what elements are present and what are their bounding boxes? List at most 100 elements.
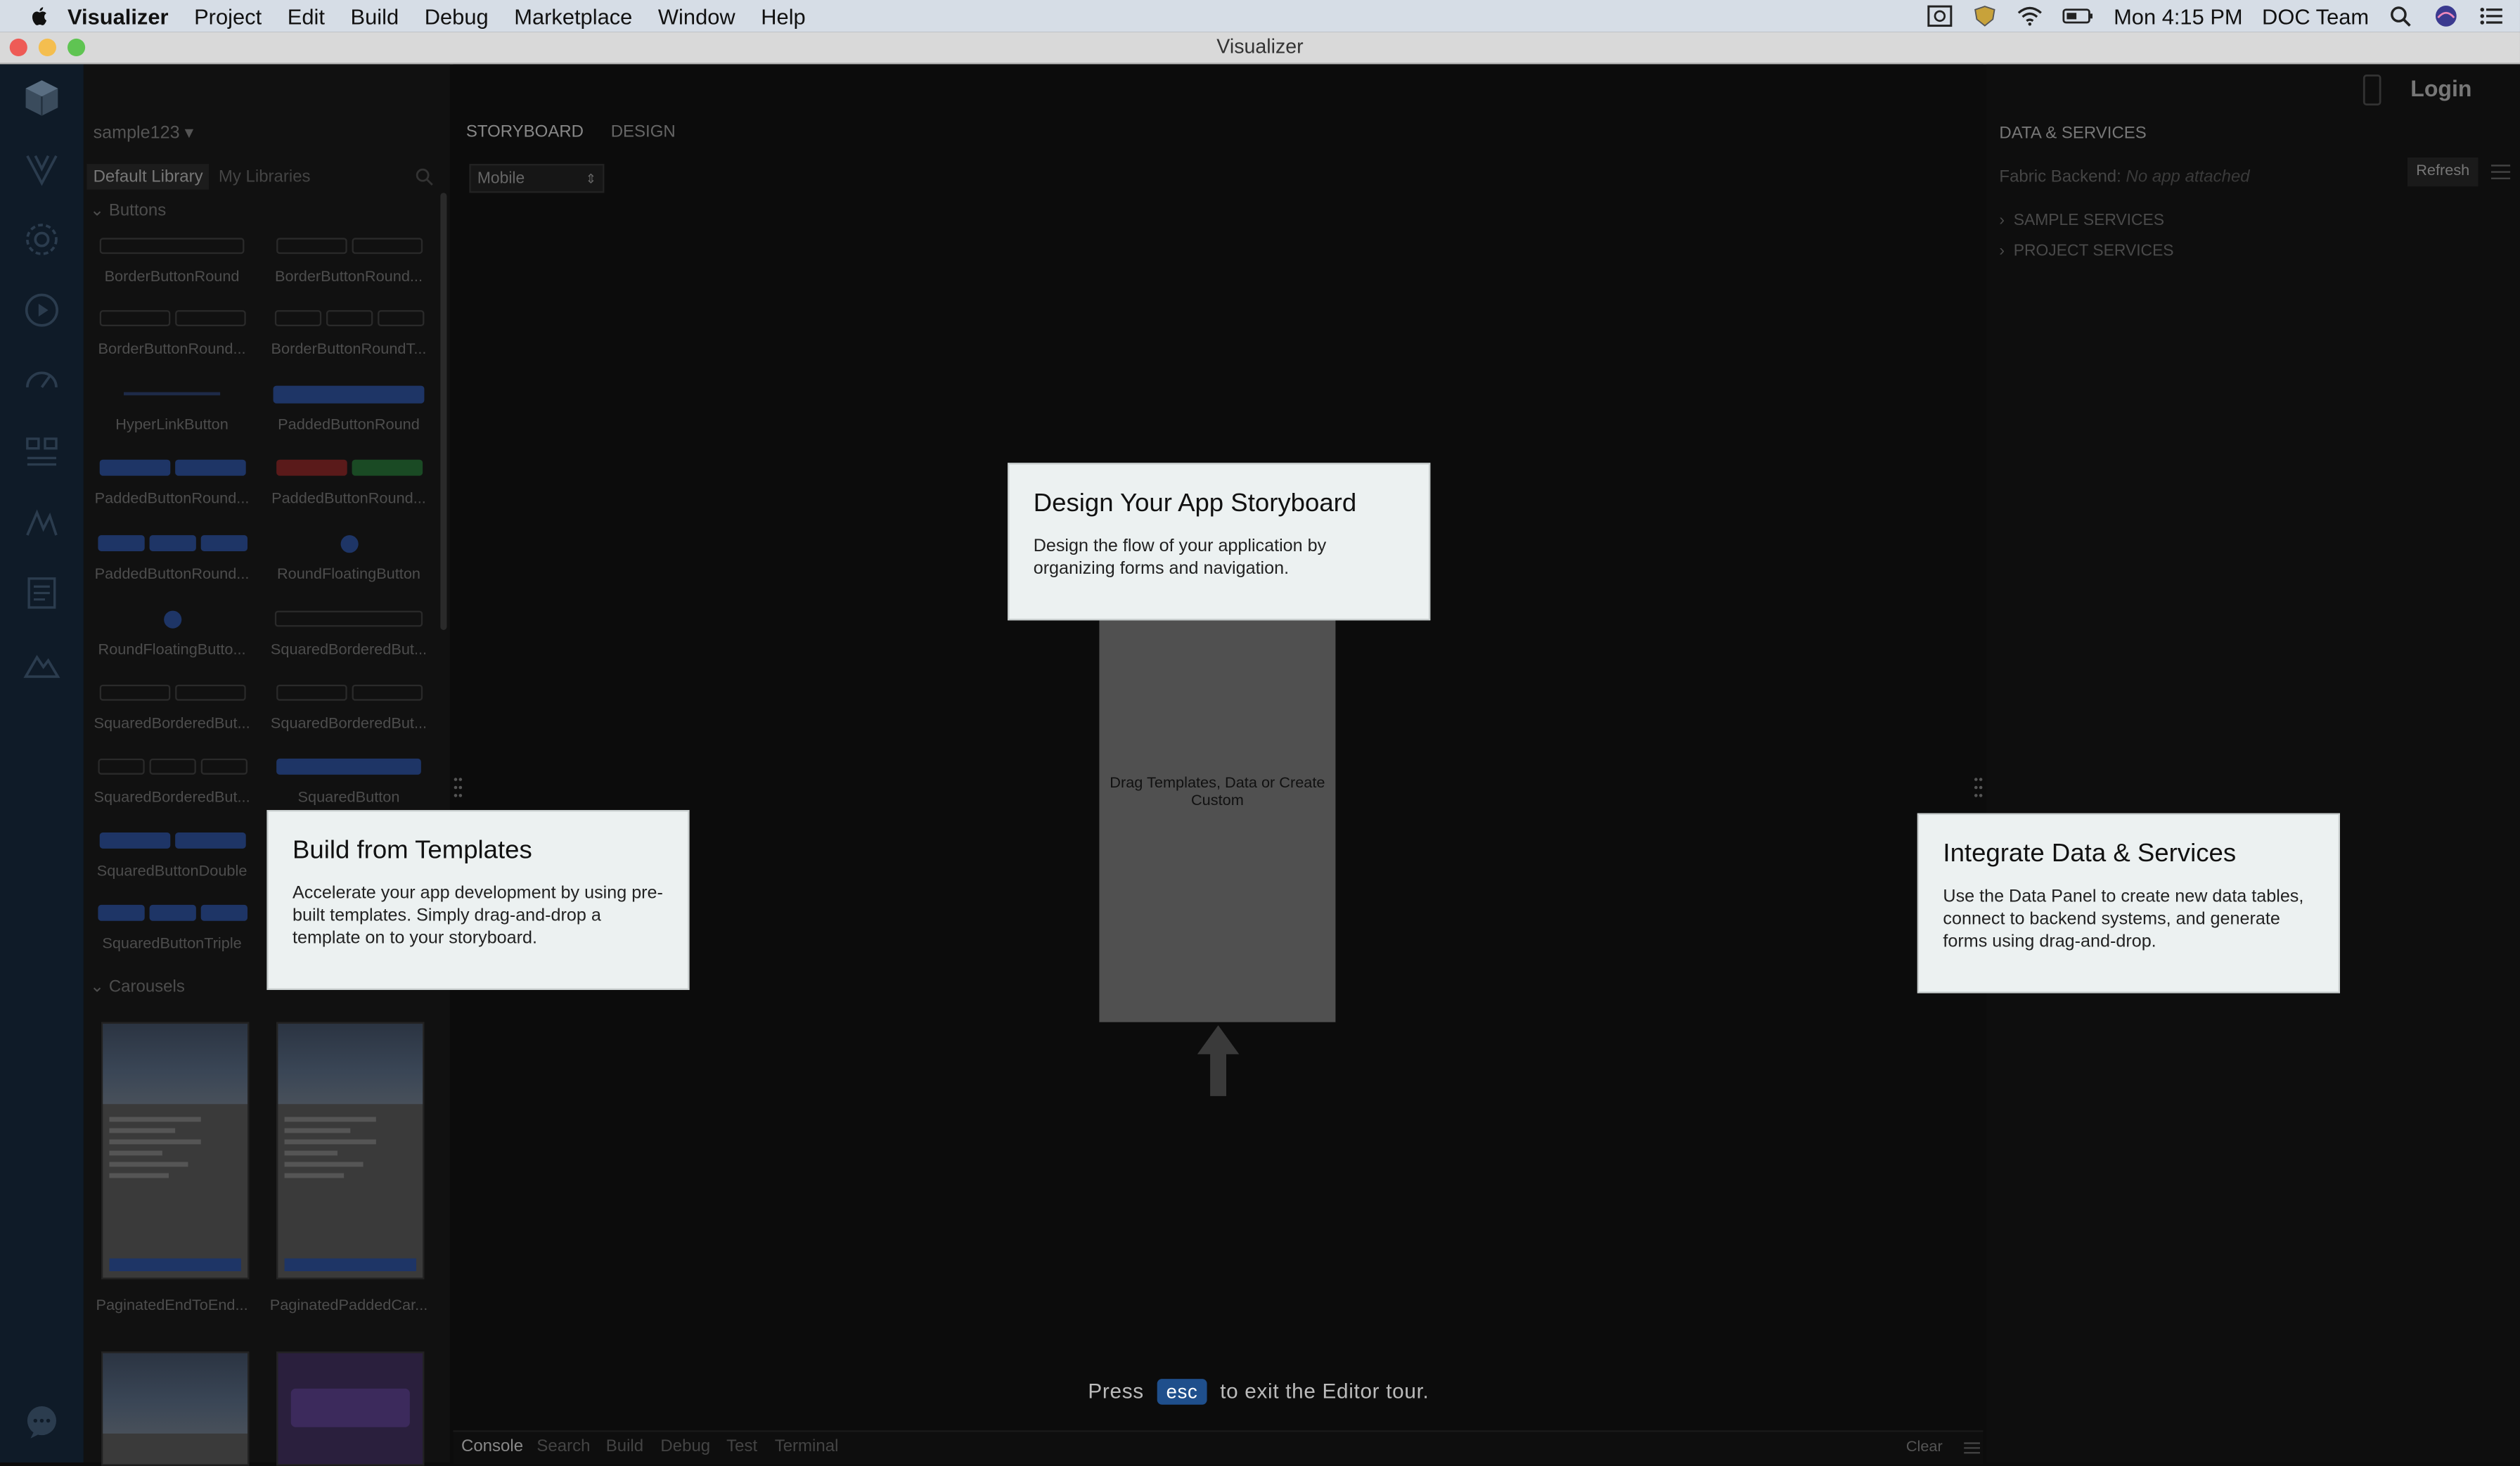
mountain-marketplace-icon[interactable]: [22, 645, 61, 683]
tab-design[interactable]: DESIGN: [611, 122, 676, 141]
tour-card-data: Integrate Data & Services Use the Data P…: [1917, 813, 2340, 994]
project-services-item[interactable]: › PROJECT SERVICES: [1999, 243, 2173, 260]
carousel-template-thumb[interactable]: [276, 1351, 425, 1466]
storyboard-canvas[interactable]: STORYBOARD DESIGN Mobile ⇕ Drag Templates…: [453, 64, 1984, 1465]
play-preview-icon[interactable]: [22, 291, 61, 330]
tour-card-storyboard: Design Your App Storyboard Design the fl…: [1008, 463, 1431, 621]
menu-window[interactable]: Window: [658, 4, 735, 28]
tab-default-library[interactable]: Default Library: [86, 164, 210, 190]
widget-item[interactable]: SquaredBorderedBut...: [260, 604, 437, 659]
notification-center-icon[interactable]: [2479, 5, 2505, 27]
widget-label: PaginatedEndToEnd...: [96, 1297, 248, 1315]
visualizer-v-icon[interactable]: [22, 150, 61, 188]
wifi-icon[interactable]: [2017, 5, 2043, 27]
menu-debug[interactable]: Debug: [425, 4, 489, 28]
fabric-backend-status: Fabric Backend: No app attached: [1999, 167, 2249, 186]
tab-build[interactable]: Build: [606, 1436, 643, 1455]
widget-label: SquaredBorderedBut...: [94, 715, 250, 733]
widget-item[interactable]: SquaredButtonDouble: [84, 826, 260, 881]
widget-item[interactable]: SquaredBorderedBut...: [84, 679, 260, 733]
tab-test[interactable]: Test: [726, 1436, 757, 1455]
project-selector[interactable]: sample123 ▾: [94, 122, 194, 143]
widget-item[interactable]: RoundFloatingButton: [260, 529, 437, 584]
document-list-icon[interactable]: [22, 574, 61, 612]
chevron-down-icon: ⌄: [89, 977, 105, 997]
widget-label: RoundFloatingButto...: [98, 641, 246, 660]
menu-clock[interactable]: Mon 4:15 PM: [2114, 4, 2243, 28]
exit-tour-hint: Press esc to exit the Editor tour.: [1088, 1379, 1429, 1405]
spotlight-search-icon[interactable]: [2389, 5, 2415, 27]
login-button[interactable]: Login: [2410, 75, 2471, 101]
data-services-title: DATA & SERVICES: [1999, 123, 2147, 143]
menu-user[interactable]: DOC Team: [2262, 4, 2369, 28]
widget-item[interactable]: BorderButtonRound...: [260, 231, 437, 286]
menu-app-name[interactable]: Visualizer: [68, 4, 169, 28]
app-logo-cube-icon[interactable]: [21, 77, 63, 119]
settings-gear-icon[interactable]: [22, 220, 61, 259]
tab-debug[interactable]: Debug: [660, 1436, 710, 1455]
widget-label: SquaredBorderedBut...: [94, 789, 250, 807]
library-scrollbar[interactable]: [440, 193, 447, 630]
widget-item[interactable]: RoundFloatingButto...: [84, 604, 260, 659]
carousel-template-thumb[interactable]: [101, 1351, 250, 1466]
library-search-icon[interactable]: [415, 167, 434, 186]
menu-edit[interactable]: Edit: [288, 4, 325, 28]
tab-console[interactable]: Console: [461, 1436, 523, 1455]
widget-item[interactable]: SquaredBorderedBut...: [260, 679, 437, 733]
tab-terminal[interactable]: Terminal: [775, 1436, 839, 1455]
esc-key-badge[interactable]: esc: [1156, 1379, 1208, 1405]
tour-card-templates: Build from Templates Accelerate your app…: [266, 809, 690, 990]
menu-build[interactable]: Build: [350, 4, 399, 28]
device-select[interactable]: Mobile ⇕: [469, 164, 605, 193]
performance-gauge-icon[interactable]: [22, 361, 61, 400]
siri-icon[interactable]: [2434, 5, 2460, 27]
chat-bubble-icon[interactable]: [22, 1403, 61, 1441]
section-buttons-header[interactable]: ⌄ Buttons: [90, 201, 166, 220]
menu-lines-icon[interactable]: [1964, 1440, 1980, 1456]
widget-item[interactable]: PaddedButtonRound...: [84, 454, 260, 508]
project-services-label: PROJECT SERVICES: [2013, 243, 2174, 261]
tab-storyboard[interactable]: STORYBOARD: [466, 122, 584, 141]
sample-services-item[interactable]: › SAMPLE SERVICES: [1999, 212, 2164, 230]
left-panel-resize-grip[interactable]: [454, 776, 463, 799]
widget-item[interactable]: PaddedButtonRound: [260, 379, 437, 434]
widget-label: PaddedButtonRound...: [271, 490, 426, 508]
widget-label: BorderButtonRound...: [274, 268, 423, 286]
shield-icon[interactable]: [1972, 5, 1998, 27]
widget-item[interactable]: PaddedButtonRound...: [84, 529, 260, 584]
fabric-backend-value: No app attached: [2126, 167, 2250, 187]
canvas-tabs: STORYBOARD DESIGN: [466, 122, 698, 141]
apple-icon[interactable]: [29, 5, 51, 27]
carousel-template-thumb[interactable]: [101, 1022, 250, 1280]
tour-card-body: Use the Data Panel to create new data ta…: [1943, 887, 2304, 952]
console-clear-button[interactable]: Clear: [1906, 1439, 1943, 1456]
device-preview-icon[interactable]: [2362, 74, 2381, 106]
widget-item[interactable]: SquaredBorderedBut...: [84, 752, 260, 807]
panel-menu-icon[interactable]: [2490, 164, 2511, 180]
tab-my-libraries[interactable]: My Libraries: [212, 164, 317, 190]
battery-icon[interactable]: [2062, 5, 2095, 27]
analytics-icon[interactable]: [22, 503, 61, 541]
menu-help[interactable]: Help: [761, 4, 805, 28]
refresh-button[interactable]: Refresh: [2407, 157, 2479, 187]
menu-marketplace[interactable]: Marketplace: [514, 4, 632, 28]
tour-card-title: Build from Templates: [292, 837, 532, 865]
widget-item[interactable]: PaddedButtonRound...: [260, 454, 437, 508]
carousel-template-thumb[interactable]: [276, 1022, 425, 1280]
section-carousels-header[interactable]: ⌄ Carousels: [90, 977, 185, 996]
widget-item[interactable]: HyperLinkButton: [84, 379, 260, 434]
tab-search[interactable]: Search: [536, 1436, 590, 1455]
widget-label: BorderButtonRound: [104, 268, 240, 286]
screenshot-icon[interactable]: [1927, 5, 1953, 27]
widget-item[interactable]: SquaredButton: [260, 752, 437, 806]
menu-bar: Visualizer Project Edit Build Debug Mark…: [0, 0, 2520, 32]
widget-item[interactable]: BorderButtonRound: [84, 231, 260, 286]
widget-item[interactable]: BorderButtonRoundT...: [260, 304, 437, 359]
phone-drop-target[interactable]: Drag Templates, Data or Create Custom: [1099, 620, 1336, 1022]
menu-project[interactable]: Project: [194, 4, 262, 28]
right-panel-resize-grip[interactable]: [1974, 776, 1984, 799]
layout-components-icon[interactable]: [22, 432, 61, 471]
widget-item[interactable]: BorderButtonRound...: [84, 304, 260, 359]
widget-item[interactable]: SquaredButtonTriple: [84, 899, 260, 953]
left-nav-rail: [0, 64, 84, 1462]
